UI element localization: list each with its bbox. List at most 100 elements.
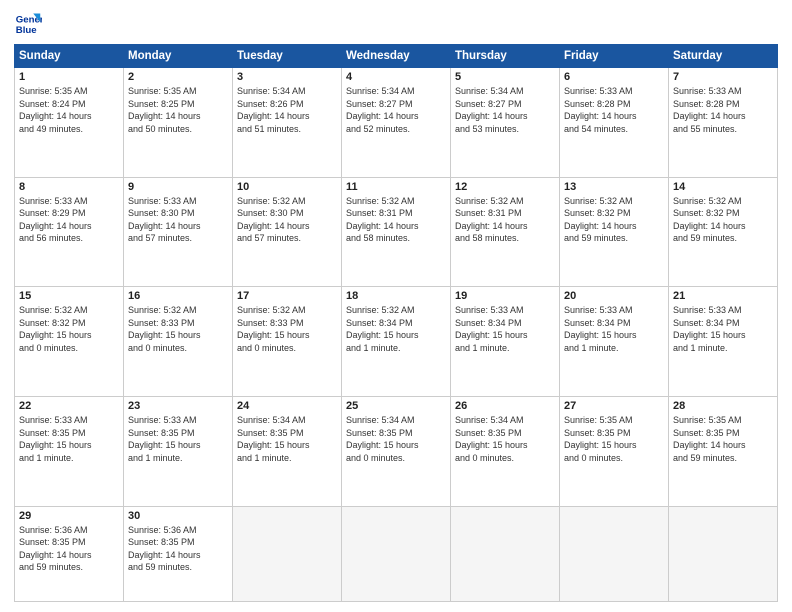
day-info: Sunrise: 5:35 AMSunset: 8:25 PMDaylight:… (128, 85, 228, 135)
day-info: Sunrise: 5:35 AMSunset: 8:35 PMDaylight:… (673, 414, 773, 464)
header: General Blue (14, 10, 778, 38)
day-info: Sunrise: 5:32 AMSunset: 8:31 PMDaylight:… (455, 195, 555, 245)
calendar-cell: 28 Sunrise: 5:35 AMSunset: 8:35 PMDayligh… (669, 396, 778, 506)
day-number: 13 (564, 181, 664, 193)
calendar-cell: 26 Sunrise: 5:34 AMSunset: 8:35 PMDayligh… (451, 396, 560, 506)
day-number: 16 (128, 290, 228, 302)
day-number: 21 (673, 290, 773, 302)
day-info: Sunrise: 5:35 AMSunset: 8:24 PMDaylight:… (19, 85, 119, 135)
calendar-cell: 6 Sunrise: 5:33 AMSunset: 8:28 PMDaylight… (560, 68, 669, 178)
calendar-cell: 12 Sunrise: 5:32 AMSunset: 8:31 PMDayligh… (451, 177, 560, 287)
day-number: 25 (346, 400, 446, 412)
day-number: 5 (455, 71, 555, 83)
day-number: 19 (455, 290, 555, 302)
header-day-saturday: Saturday (669, 45, 778, 68)
day-number: 10 (237, 181, 337, 193)
day-number: 15 (19, 290, 119, 302)
day-info: Sunrise: 5:35 AMSunset: 8:35 PMDaylight:… (564, 414, 664, 464)
calendar-cell: 21 Sunrise: 5:33 AMSunset: 8:34 PMDayligh… (669, 287, 778, 397)
day-info: Sunrise: 5:32 AMSunset: 8:33 PMDaylight:… (237, 304, 337, 354)
logo-icon: General Blue (14, 10, 42, 38)
calendar-cell: 18 Sunrise: 5:32 AMSunset: 8:34 PMDayligh… (342, 287, 451, 397)
day-number: 17 (237, 290, 337, 302)
svg-text:Blue: Blue (16, 25, 37, 36)
day-info: Sunrise: 5:32 AMSunset: 8:30 PMDaylight:… (237, 195, 337, 245)
calendar-cell: 24Sunrise: 5:34 AMSunset: 8:35 PMDayligh… (233, 396, 342, 506)
day-number: 1 (19, 71, 119, 83)
calendar-cell: 23 Sunrise: 5:33 AMSunset: 8:35 PMDayligh… (124, 396, 233, 506)
day-number: 4 (346, 71, 446, 83)
header-day-thursday: Thursday (451, 45, 560, 68)
day-info: Sunrise: 5:33 AMSunset: 8:35 PMDaylight:… (128, 414, 228, 464)
day-info: Sunrise: 5:32 AMSunset: 8:33 PMDaylight:… (128, 304, 228, 354)
day-number: 12 (455, 181, 555, 193)
day-number: 6 (564, 71, 664, 83)
calendar-table: SundayMondayTuesdayWednesdayThursdayFrid… (14, 44, 778, 602)
day-number: 8 (19, 181, 119, 193)
calendar-cell (560, 506, 669, 601)
calendar-week-row: 22 Sunrise: 5:33 AMSunset: 8:35 PMDayligh… (15, 396, 778, 506)
calendar-cell: 17 Sunrise: 5:32 AMSunset: 8:33 PMDayligh… (233, 287, 342, 397)
day-number: 28 (673, 400, 773, 412)
day-info: Sunrise: 5:36 AMSunset: 8:35 PMDaylight:… (128, 524, 228, 574)
calendar-cell: 4Sunrise: 5:34 AMSunset: 8:27 PMDaylight… (342, 68, 451, 178)
day-number: 29 (19, 510, 119, 522)
calendar-cell: 15Sunrise: 5:32 AMSunset: 8:32 PMDayligh… (15, 287, 124, 397)
day-info: Sunrise: 5:33 AMSunset: 8:28 PMDaylight:… (564, 85, 664, 135)
day-number: 30 (128, 510, 228, 522)
calendar-cell: 8Sunrise: 5:33 AMSunset: 8:29 PMDaylight… (15, 177, 124, 287)
calendar-cell: 13Sunrise: 5:32 AMSunset: 8:32 PMDayligh… (560, 177, 669, 287)
day-info: Sunrise: 5:34 AMSunset: 8:35 PMDaylight:… (346, 414, 446, 464)
day-number: 24 (237, 400, 337, 412)
day-number: 9 (128, 181, 228, 193)
calendar-cell (669, 506, 778, 601)
calendar-cell: 7Sunrise: 5:33 AMSunset: 8:28 PMDaylight… (669, 68, 778, 178)
day-info: Sunrise: 5:33 AMSunset: 8:30 PMDaylight:… (128, 195, 228, 245)
calendar-cell: 27 Sunrise: 5:35 AMSunset: 8:35 PMDayligh… (560, 396, 669, 506)
calendar-week-row: 1 Sunrise: 5:35 AMSunset: 8:24 PMDaylight… (15, 68, 778, 178)
page: General Blue SundayMondayTuesdayWednesda… (0, 0, 792, 612)
day-info: Sunrise: 5:33 AMSunset: 8:28 PMDaylight:… (673, 85, 773, 135)
calendar-week-row: 15Sunrise: 5:32 AMSunset: 8:32 PMDayligh… (15, 287, 778, 397)
calendar-cell (233, 506, 342, 601)
day-info: Sunrise: 5:34 AMSunset: 8:27 PMDaylight:… (455, 85, 555, 135)
day-number: 14 (673, 181, 773, 193)
calendar-cell: 1 Sunrise: 5:35 AMSunset: 8:24 PMDaylight… (15, 68, 124, 178)
day-info: Sunrise: 5:33 AMSunset: 8:34 PMDaylight:… (564, 304, 664, 354)
calendar-cell: 19 Sunrise: 5:33 AMSunset: 8:34 PMDayligh… (451, 287, 560, 397)
calendar-cell: 10 Sunrise: 5:32 AMSunset: 8:30 PMDayligh… (233, 177, 342, 287)
calendar-cell: 25 Sunrise: 5:34 AMSunset: 8:35 PMDayligh… (342, 396, 451, 506)
day-number: 26 (455, 400, 555, 412)
header-day-tuesday: Tuesday (233, 45, 342, 68)
day-number: 22 (19, 400, 119, 412)
day-number: 3 (237, 71, 337, 83)
day-number: 23 (128, 400, 228, 412)
day-number: 20 (564, 290, 664, 302)
header-day-monday: Monday (124, 45, 233, 68)
calendar-cell: 22Sunrise: 5:33 AMSunset: 8:35 PMDayligh… (15, 396, 124, 506)
day-info: Sunrise: 5:33 AMSunset: 8:34 PMDaylight:… (455, 304, 555, 354)
header-day-wednesday: Wednesday (342, 45, 451, 68)
calendar-cell: 11 Sunrise: 5:32 AMSunset: 8:31 PMDayligh… (342, 177, 451, 287)
calendar-cell: 16 Sunrise: 5:32 AMSunset: 8:33 PMDayligh… (124, 287, 233, 397)
calendar-cell: 5 Sunrise: 5:34 AMSunset: 8:27 PMDaylight… (451, 68, 560, 178)
calendar-cell (451, 506, 560, 601)
calendar-cell: 9 Sunrise: 5:33 AMSunset: 8:30 PMDaylight… (124, 177, 233, 287)
header-day-sunday: Sunday (15, 45, 124, 68)
calendar-cell (342, 506, 451, 601)
calendar-cell: 30 Sunrise: 5:36 AMSunset: 8:35 PMDayligh… (124, 506, 233, 601)
calendar-cell: 29 Sunrise: 5:36 AMSunset: 8:35 PMDayligh… (15, 506, 124, 601)
day-number: 11 (346, 181, 446, 193)
day-info: Sunrise: 5:36 AMSunset: 8:35 PMDaylight:… (19, 524, 119, 574)
day-number: 18 (346, 290, 446, 302)
calendar-cell: 3Sunrise: 5:34 AMSunset: 8:26 PMDaylight… (233, 68, 342, 178)
calendar-header-row: SundayMondayTuesdayWednesdayThursdayFrid… (15, 45, 778, 68)
day-info: Sunrise: 5:32 AMSunset: 8:32 PMDaylight:… (673, 195, 773, 245)
day-info: Sunrise: 5:33 AMSunset: 8:34 PMDaylight:… (673, 304, 773, 354)
day-number: 27 (564, 400, 664, 412)
day-info: Sunrise: 5:32 AMSunset: 8:31 PMDaylight:… (346, 195, 446, 245)
calendar-body: 1 Sunrise: 5:35 AMSunset: 8:24 PMDaylight… (15, 68, 778, 602)
day-info: Sunrise: 5:32 AMSunset: 8:34 PMDaylight:… (346, 304, 446, 354)
calendar-week-row: 29 Sunrise: 5:36 AMSunset: 8:35 PMDayligh… (15, 506, 778, 601)
day-info: Sunrise: 5:34 AMSunset: 8:35 PMDaylight:… (455, 414, 555, 464)
